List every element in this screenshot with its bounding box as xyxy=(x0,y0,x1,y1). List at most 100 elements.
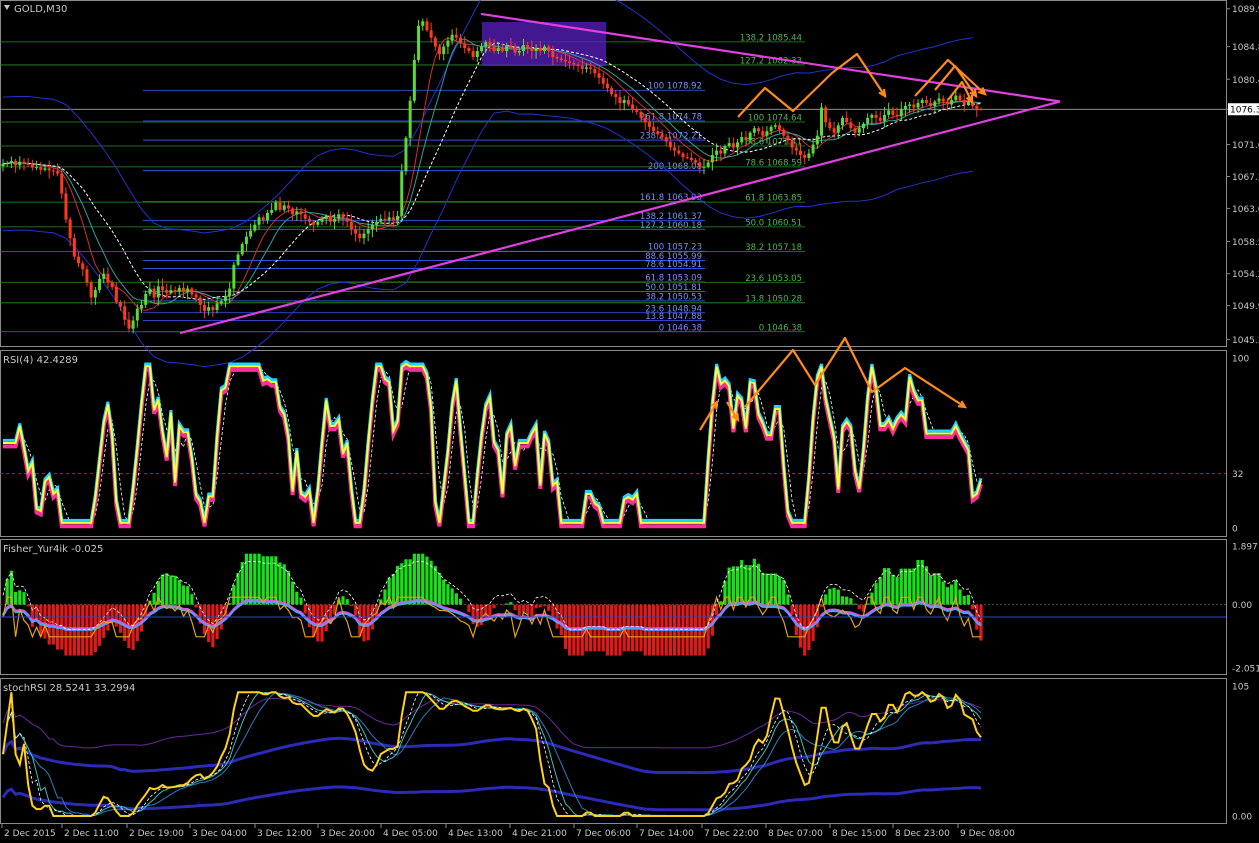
time-axis-label: 4 Dec 21:00 xyxy=(512,829,567,839)
candle-body xyxy=(383,218,387,221)
candle-body xyxy=(181,287,185,292)
candle-body xyxy=(404,137,408,172)
time-axis-label: 4 Dec 13:00 xyxy=(448,829,503,839)
fisher-histogram-bar xyxy=(891,574,895,605)
candle-body xyxy=(202,304,206,311)
fisher-histogram-bar xyxy=(500,604,505,606)
fisher-histogram-bar xyxy=(106,604,110,631)
fisher-histogram-bar xyxy=(467,604,471,613)
candle-body xyxy=(232,264,236,289)
fisher-histogram-bar xyxy=(903,568,908,605)
candle-body xyxy=(81,263,85,270)
candle-body xyxy=(882,114,886,121)
time-axis-label: 7 Dec 06:00 xyxy=(576,829,631,839)
candle-body xyxy=(622,100,626,104)
fisher-histogram-bar xyxy=(282,564,286,605)
fisher-axis-label: 1.897 xyxy=(1232,543,1258,553)
fisher-histogram-bar xyxy=(958,589,962,605)
candle-body xyxy=(22,161,26,164)
candle-body xyxy=(454,34,458,38)
candle-body xyxy=(358,233,362,239)
candle-body xyxy=(496,48,500,52)
candle-body xyxy=(908,104,912,106)
time-axis-label: 2 Dec 11:00 xyxy=(64,829,119,839)
candle-body xyxy=(135,308,139,321)
candle-body xyxy=(668,141,672,148)
candle-body xyxy=(534,48,538,52)
candle-body xyxy=(400,171,404,216)
candle-body xyxy=(929,103,933,106)
candle-body xyxy=(303,214,307,219)
fisher-histogram-bar xyxy=(719,601,723,605)
fib-right-level-label: 13.8 1050.28 xyxy=(745,294,802,304)
candle-body xyxy=(870,114,874,118)
candle-body xyxy=(1,163,5,167)
time-axis-label: 7 Dec 22:00 xyxy=(704,829,759,839)
candle-body xyxy=(223,295,227,302)
fisher-histogram-bar xyxy=(286,570,291,605)
candle-body xyxy=(278,202,282,210)
candle-body xyxy=(64,193,68,220)
candle-body xyxy=(895,114,899,117)
candle-body xyxy=(698,162,702,167)
candle-body xyxy=(605,83,609,89)
rsi-panel-title: RSI(4) 42.4289 xyxy=(3,355,78,366)
candle-body xyxy=(345,218,349,222)
candle-body xyxy=(866,117,870,124)
candle-body xyxy=(580,65,584,69)
fisher-histogram-bar xyxy=(160,574,165,605)
candle-body xyxy=(715,150,719,155)
fib-right-level-label: 38.2 1057.18 xyxy=(745,243,802,253)
fisher-histogram-bar xyxy=(261,556,265,605)
time-axis-label: 3 Dec 12:00 xyxy=(257,829,312,839)
fisher-histogram-bar xyxy=(912,568,916,605)
candle-body xyxy=(920,100,924,104)
fisher-histogram-bar xyxy=(941,581,945,605)
candle-body xyxy=(198,297,202,305)
candle-body xyxy=(954,95,958,101)
candle-body xyxy=(102,273,106,279)
candle-body xyxy=(161,286,165,291)
candle-body xyxy=(480,46,484,52)
candle-body xyxy=(26,163,30,165)
candle-body xyxy=(265,212,269,221)
candle-body xyxy=(681,153,685,158)
candle-body xyxy=(572,62,576,65)
fisher-histogram-bar xyxy=(169,575,173,605)
candle-body xyxy=(962,100,966,105)
price-axis-label: 1045.35 xyxy=(1232,336,1259,346)
candle-body xyxy=(937,98,941,102)
fisher-histogram-bar xyxy=(43,604,47,639)
fisher-histogram-bar xyxy=(291,581,295,605)
candle-body xyxy=(114,287,118,302)
candle-body xyxy=(702,166,706,168)
candle-body xyxy=(505,45,509,52)
chart-canvas: 100 1078.92261.8 1074.78238.2 1072.21200… xyxy=(0,0,1259,843)
fisher-histogram-bar xyxy=(13,591,18,605)
fisher-histogram-bar xyxy=(849,598,853,605)
candle-body xyxy=(706,162,710,167)
fisher-histogram-bar xyxy=(186,586,190,605)
candle-body xyxy=(626,100,630,105)
fisher-axis-label: 0.00 xyxy=(1232,601,1252,611)
candle-body xyxy=(43,168,47,170)
time-axis-label: 2 Dec 2015 xyxy=(4,829,56,839)
fib-right-level-label: 61.8 1063.85 xyxy=(745,194,802,204)
candle-body xyxy=(169,290,173,294)
current-price-label: 1076.36 xyxy=(1230,106,1259,116)
candle-body xyxy=(778,125,782,130)
candle-body xyxy=(270,209,274,213)
stochrsi-axis-label: 0.00 xyxy=(1232,813,1252,823)
price-panel-title: GOLD,M30 xyxy=(14,4,67,15)
fisher-histogram-bar xyxy=(538,604,542,608)
candle-body xyxy=(425,21,429,31)
candle-body xyxy=(438,46,442,55)
fisher-histogram-bar xyxy=(400,563,404,605)
candle-body xyxy=(9,160,13,164)
fisher-histogram-bar xyxy=(828,588,832,605)
candle-body xyxy=(610,88,614,95)
candle-body xyxy=(828,122,832,129)
fisher-histogram-bar xyxy=(526,604,530,615)
candle-body xyxy=(786,135,790,141)
stochrsi-panel-title: stochRSI 28.5241 33.2994 xyxy=(3,683,135,694)
